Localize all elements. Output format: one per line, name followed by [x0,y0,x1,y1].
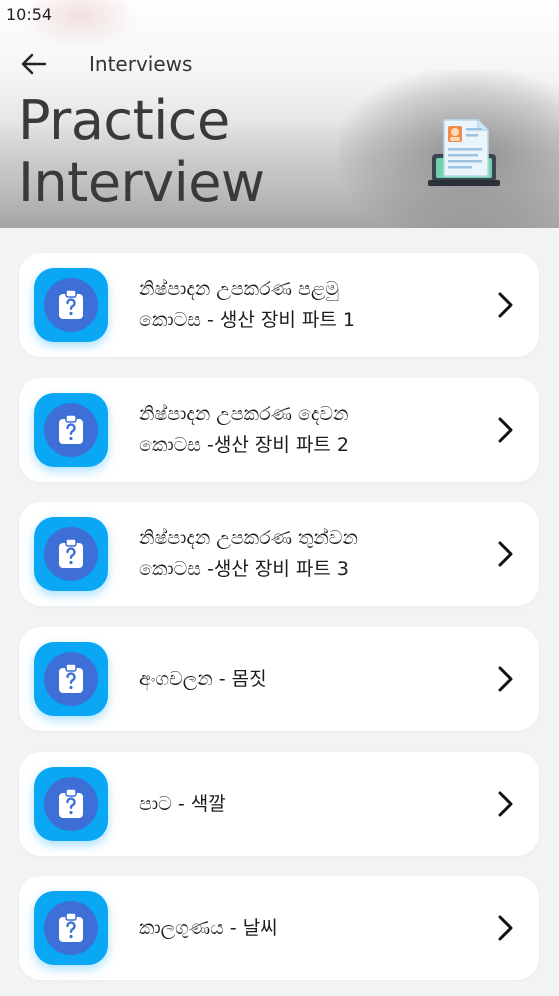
interview-item-label: නිෂ්පාදන උපකරණ තුන්වන කොටස -생산 장비 파트 3 [139,502,469,606]
arrow-left-icon [21,53,47,75]
interview-item-tile [34,891,108,965]
page-title-line2: Interview [18,151,265,214]
page-title: Practice Interview [18,90,338,214]
clipboard-question-icon [59,539,83,568]
interview-item-2[interactable]: නිෂ්පාදන උපකරණ දෙවන කොටස -생산 장비 파트 2 [19,378,539,482]
interview-item-tile [34,393,108,467]
interview-item-line1: නිෂ්පාදන උපකරණ තුන්වන [139,527,358,549]
back-button[interactable] [18,50,50,78]
resume-laptop-icon [428,119,500,186]
interview-item-tile [34,642,108,716]
interview-item-line1: නිෂ්පාදන උපකරණ පළමු [139,278,339,300]
interview-item-tile [34,517,108,591]
interview-item-tile [34,767,108,841]
clipboard-question-icon [59,290,83,319]
interview-item-tile [34,268,108,342]
interview-item-line2: කොටස -생산 장비 파트 2 [139,434,349,456]
interview-item-label: කාලගුණය - 날씨 [139,916,278,939]
interview-item-1[interactable]: නිෂ්පාදන උපකරණ පළමු කොටස - 생산 장비 파트 1 [19,253,539,357]
chevron-right-icon [498,417,513,443]
interview-item-3[interactable]: නිෂ්පාදන උපකරණ තුන්වන කොටස -생산 장비 파트 3 [19,502,539,606]
interview-item-line2: කොටස - 생산 장비 파트 1 [139,309,355,331]
interview-item-label: අංගචලන - 몸짓 [139,667,267,690]
chevron-right-icon [498,791,513,817]
clipboard-question-icon [59,664,83,693]
chevron-right-icon [498,292,513,318]
interview-item-6[interactable]: කාලගුණය - 날씨 [19,876,539,980]
interview-item-label: නිෂ්පාදන උපකරණ දෙවන කොටස -생산 장비 파트 2 [139,378,469,482]
interview-item-5[interactable]: පාට - 색깔 [19,752,539,856]
toolbar-title: Interviews [89,52,193,76]
chevron-right-icon [498,915,513,941]
clipboard-question-icon [59,913,83,942]
page-title-line1: Practice [18,89,230,152]
interview-item-label: නිෂ්පාදන උපකරණ පළමු කොටස - 생산 장비 파트 1 [139,253,469,357]
status-bar-time: 10:54 [6,5,53,24]
interview-item-4[interactable]: අංගචලන - 몸짓 [19,627,539,731]
clipboard-question-icon [59,415,83,444]
clipboard-question-icon [59,789,83,818]
chevron-right-icon [498,666,513,692]
chevron-right-icon [498,541,513,567]
interview-item-line1: නිෂ්පාදන උපකරණ දෙවන [139,403,349,425]
interview-item-label: පාට - 색깔 [139,792,226,815]
interview-item-line2: කොටස -생산 장비 파트 3 [139,558,349,580]
